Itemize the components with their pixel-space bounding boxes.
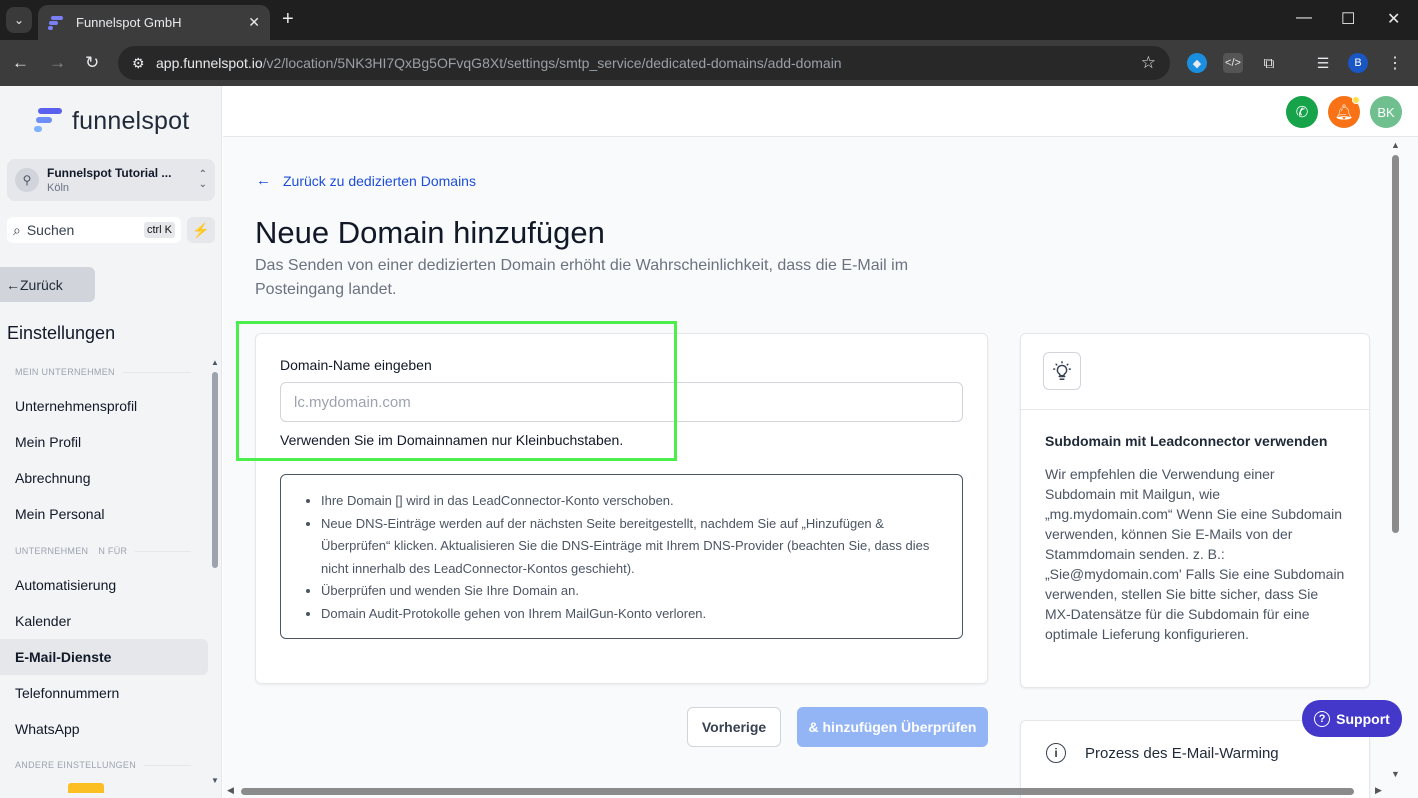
browser-toolbar: ← → ↻ ⚙ app.funnelspot.io/v2/location/5N…: [0, 40, 1418, 86]
phone-button[interactable]: ✆: [1286, 96, 1318, 128]
phone-icon: ✆: [1295, 104, 1309, 121]
sidebar-item-email-services[interactable]: E-Mail-Dienste: [0, 639, 208, 675]
logo-text: funnelspot: [72, 106, 190, 135]
page-horizontal-scrollbar[interactable]: ◀ ▶: [223, 784, 1403, 798]
site-settings-icon[interactable]: ⚙: [132, 55, 156, 72]
search-icon: ⌕: [13, 221, 21, 238]
tab-search-button[interactable]: ⌄: [6, 7, 32, 33]
nav-group-heading: UNTERNEHMEN N FÜR: [15, 546, 191, 556]
settings-sidebar: funnelspot ⚲ Funnelspot Tutorial ... Köl…: [0, 86, 222, 798]
domain-name-input[interactable]: [280, 382, 963, 422]
minimize-icon[interactable]: —: [1296, 9, 1312, 27]
info-list-item: Ihre Domain [] wird in das LeadConnector…: [321, 490, 942, 513]
sidebar-item-my-profile[interactable]: Mein Profil: [0, 424, 208, 460]
question-icon: ?: [1314, 710, 1331, 727]
support-button[interactable]: ? Support: [1302, 700, 1402, 737]
settings-section-title: Einstellungen: [7, 323, 116, 343]
funnelspot-logo-icon: [34, 106, 62, 136]
location-switcher[interactable]: ⚲ Funnelspot Tutorial ... Köln ⌃ ⌄: [7, 159, 215, 201]
page-subtitle: Das Senden von einer dedizierten Domain …: [255, 257, 909, 298]
info-list-item: Domain Audit-Protokolle gehen von Ihrem …: [321, 603, 942, 626]
tab-close-icon[interactable]: ✕: [248, 14, 260, 31]
bookmark-star-icon[interactable]: ☆: [1141, 53, 1156, 73]
previous-button[interactable]: Vorherige: [687, 707, 781, 747]
back-to-domains-link[interactable]: ← Zurück zu dedizierten Domains: [256, 172, 476, 189]
location-city: Köln: [47, 182, 70, 194]
app-header: ✆ 🔔︎ BK: [223, 86, 1418, 137]
page-vertical-scrollbar[interactable]: ▲ ▼: [1389, 137, 1403, 785]
page-title: Neue Domain hinzufügen: [255, 215, 605, 250]
email-warming-title: Prozess des E-Mail-Warming: [1085, 745, 1279, 762]
add-and-verify-button[interactable]: & hinzufügen Überprüfen: [797, 707, 988, 747]
extension-globe-icon[interactable]: ◆: [1187, 53, 1207, 73]
info-box: Ihre Domain [] wird in das LeadConnector…: [280, 474, 963, 639]
browser-tab[interactable]: Funnelspot GmbH ✕: [38, 5, 270, 40]
back-button[interactable]: ← Zurück: [0, 267, 95, 302]
url-text: app.funnelspot.io/v2/location/5NK3HI7QxB…: [156, 55, 842, 71]
search-shortcut-badge: ctrl K: [143, 222, 175, 238]
scroll-up-icon[interactable]: ▲: [211, 358, 219, 367]
window-close-icon[interactable]: ✕: [1387, 9, 1400, 29]
forward-arrow-icon[interactable]: →: [49, 52, 66, 74]
tip-body: Wir empfehlen die Verwendung einer Subdo…: [1045, 466, 1345, 642]
location-pin-icon: ⚲: [15, 168, 39, 192]
sidebar-item-my-staff[interactable]: Mein Personal: [0, 496, 208, 532]
chevron-up-down-icon: ⌃ ⌄: [198, 169, 207, 190]
location-name: Funnelspot Tutorial ...: [47, 166, 172, 180]
scroll-up-icon[interactable]: ▲: [1391, 140, 1400, 150]
browser-menu-icon[interactable]: ⋮: [1385, 53, 1405, 73]
domain-form-card: Domain-Name eingeben Verwenden Sie im Do…: [255, 333, 988, 684]
sidebar-scrollbar[interactable]: ▲ ▼: [211, 358, 219, 798]
scroll-left-icon[interactable]: ◀: [227, 785, 234, 796]
scrollbar-thumb[interactable]: [241, 788, 1354, 795]
sidebar-item-whatsapp[interactable]: WhatsApp: [0, 711, 208, 747]
subdomain-tip-card: Subdomain mit Leadconnector verwenden Wi…: [1020, 333, 1370, 688]
info-list-item: Überprüfen und wenden Sie Ihre Domain an…: [321, 580, 942, 603]
scroll-down-icon[interactable]: ▼: [211, 776, 219, 785]
left-arrow-icon: ←: [256, 172, 271, 189]
domain-name-hint: Verwenden Sie im Domainnamen nur Kleinbu…: [280, 432, 624, 448]
sidebar-item-company-profile[interactable]: Unternehmensprofil: [0, 388, 208, 424]
scroll-right-icon[interactable]: ▶: [1375, 785, 1382, 796]
reload-icon[interactable]: ↻: [85, 52, 99, 74]
address-bar[interactable]: ⚙ app.funnelspot.io/v2/location/5NK3HI7Q…: [118, 46, 1170, 80]
scroll-down-icon[interactable]: ▼: [1391, 769, 1400, 779]
browser-tab-bar: ⌄ Funnelspot GmbH ✕ + — ☐ ✕: [0, 0, 1418, 40]
info-list-item: Neue DNS-Einträge werden auf der nächste…: [321, 513, 942, 581]
left-arrow-icon: ←: [6, 276, 20, 293]
search-label: Suchen: [26, 222, 75, 238]
quick-actions-bolt-icon[interactable]: ⚡: [187, 217, 215, 243]
tip-title: Subdomain mit Leadconnector verwenden: [1045, 433, 1328, 449]
notification-dot: [1352, 96, 1360, 104]
nav-group-heading: MEIN UNTERNEHMEN: [15, 367, 191, 377]
tab-title: Funnelspot GmbH: [76, 15, 182, 30]
new-badge: [68, 783, 104, 793]
extensions-puzzle-icon[interactable]: ⧉: [1259, 53, 1279, 73]
scrollbar-thumb[interactable]: [212, 372, 218, 568]
sidebar-item-billing[interactable]: Abrechnung: [0, 460, 208, 496]
profile-avatar[interactable]: B: [1348, 53, 1368, 73]
sidebar-item-calendars[interactable]: Kalender: [0, 603, 208, 639]
search-input[interactable]: ⌕ Suchen ctrl K: [7, 217, 181, 243]
extension-code-icon[interactable]: </>: [1223, 53, 1243, 73]
nav-group-heading: ANDERE EINSTELLUNGEN: [15, 760, 191, 770]
domain-name-label: Domain-Name eingeben: [280, 357, 432, 373]
lightbulb-icon: [1043, 352, 1081, 390]
info-icon: i: [1046, 743, 1066, 763]
divider: [1021, 409, 1369, 410]
main-content: ← Zurück zu dedizierten Domains Neue Dom…: [223, 137, 1418, 798]
scrollbar-thumb[interactable]: [1392, 155, 1399, 533]
back-arrow-icon[interactable]: ←: [12, 52, 29, 74]
sidebar-item-phone-numbers[interactable]: Telefonnummern: [0, 675, 208, 711]
media-controls-icon[interactable]: ☰: [1313, 53, 1333, 73]
notifications-button[interactable]: 🔔︎: [1328, 96, 1360, 128]
sidebar-item-automation[interactable]: Automatisierung: [0, 567, 208, 603]
user-avatar[interactable]: BK: [1370, 96, 1402, 128]
maximize-icon[interactable]: ☐: [1341, 9, 1355, 29]
funnelspot-favicon-icon: [48, 15, 66, 31]
bell-icon: 🔔︎: [1334, 104, 1354, 121]
funnelspot-logo[interactable]: funnelspot: [34, 106, 189, 136]
new-tab-icon[interactable]: +: [282, 9, 294, 29]
